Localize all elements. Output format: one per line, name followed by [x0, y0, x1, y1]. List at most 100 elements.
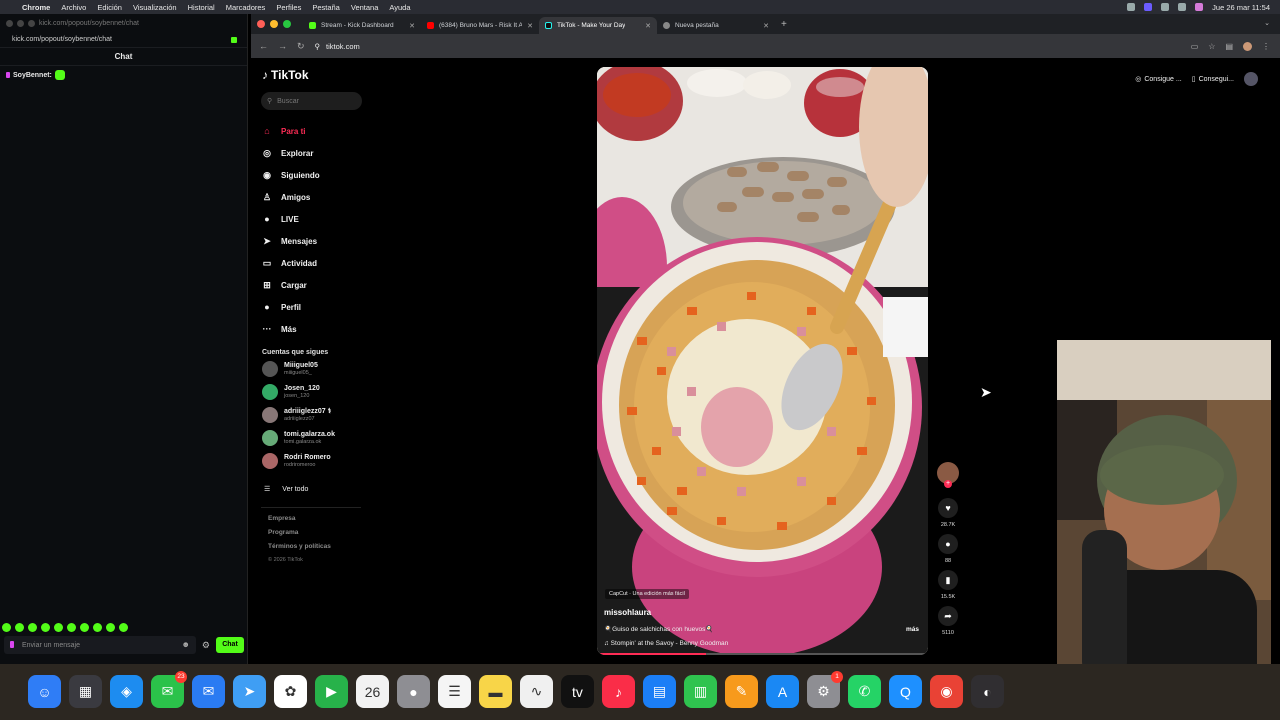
chat-send-button[interactable]: Chat — [216, 637, 244, 653]
tab-close-icon[interactable]: ✕ — [527, 22, 533, 30]
dock-launchpad-icon[interactable]: ▦ — [69, 675, 102, 708]
footer-link-terminos[interactable]: Términos y políticas — [268, 543, 331, 550]
sidebar-item-mensajes[interactable]: ➤ Mensajes — [261, 230, 320, 252]
comment-icon[interactable]: ● — [938, 534, 958, 554]
menu-item[interactable]: Perfiles — [276, 3, 301, 12]
tab-search-chevron-icon[interactable]: ⌄ — [1264, 19, 1270, 27]
dock-keynote-icon[interactable]: ▤ — [643, 675, 676, 708]
tab-close-icon[interactable]: ✕ — [645, 22, 651, 30]
share-arrow-icon[interactable]: ➦ — [938, 606, 958, 626]
dock-music-icon[interactable]: ♪ — [602, 675, 635, 708]
tab-tiktok[interactable]: TikTok - Make Your Day ✕ — [539, 17, 657, 34]
tab-youtube[interactable]: (6384) Bruno Mars - Risk It A ✕ — [421, 17, 539, 34]
following-account-item[interactable]: adriiiglezz07 ⚕ adriiiglezz07 — [262, 407, 331, 423]
dock-quicktime-icon[interactable]: Q — [889, 675, 922, 708]
dock-maps-icon[interactable]: ➤ — [233, 675, 266, 708]
dock-contacts-icon[interactable]: ● — [397, 675, 430, 708]
sidebar-item-explorar[interactable]: ◎ Explorar — [261, 142, 320, 164]
dock-notes-icon[interactable]: ▬ — [479, 675, 512, 708]
creator-avatar[interactable]: + — [937, 462, 959, 488]
siri-icon[interactable] — [1195, 3, 1204, 11]
tab-new-tab[interactable]: Nueva pestaña ✕ — [657, 17, 775, 34]
search-input[interactable]: ⚲ Buscar — [261, 92, 362, 110]
dock-numbers-icon[interactable]: ▥ — [684, 675, 717, 708]
user-avatar[interactable] — [1244, 72, 1258, 86]
zoom-dot[interactable] — [28, 19, 35, 27]
dock-finder-icon[interactable]: ☺ — [28, 675, 61, 708]
menu-item[interactable]: Visualización — [133, 3, 177, 12]
menu-clock[interactable]: Jue 26 mar 11:54 — [1212, 3, 1270, 12]
footer-link-empresa[interactable]: Empresa — [268, 515, 295, 522]
menu-item[interactable]: Marcadores — [226, 3, 266, 12]
menu-app-name[interactable]: Chrome — [22, 3, 50, 12]
chat-username[interactable]: SoyBennet: — [13, 72, 52, 79]
dock-mail-icon[interactable]: ✉ — [192, 675, 225, 708]
see-all-link[interactable]: ☰ Ver todo — [264, 485, 308, 494]
screen-record-icon[interactable] — [1144, 3, 1153, 11]
control-center-icon[interactable] — [1127, 3, 1136, 11]
close-dot[interactable] — [6, 19, 13, 27]
emote-icon[interactable] — [67, 623, 76, 632]
emote-icon[interactable] — [2, 623, 11, 632]
more-button[interactable]: más — [906, 626, 919, 633]
kick-extension-icon[interactable] — [231, 37, 237, 43]
dock-tv-icon[interactable]: tv — [561, 675, 594, 708]
emote-icon[interactable] — [106, 623, 115, 632]
sidebar-item-perfil[interactable]: ● Perfil — [261, 296, 320, 318]
following-account-item[interactable]: Josen_120 josen_120 — [262, 384, 320, 400]
dock-messages-icon[interactable]: ✉ 23 — [151, 671, 187, 708]
follow-plus-icon[interactable]: + — [944, 480, 952, 488]
kebab-menu-icon[interactable]: ⋮ — [1262, 42, 1270, 51]
menu-item[interactable]: Pestaña — [312, 3, 340, 12]
footer-link-programa[interactable]: Programa — [268, 529, 298, 536]
sidebar-item-cargar[interactable]: ⊞ Cargar — [261, 274, 320, 296]
dock-pages-icon[interactable]: ✎ — [725, 675, 758, 708]
omnibox[interactable]: ⚲ tiktok.com — [315, 42, 360, 51]
back-arrow-icon[interactable]: ← — [259, 41, 268, 51]
bookmark-icon[interactable]: ▮ — [938, 570, 958, 590]
emote-icon[interactable] — [119, 623, 128, 632]
dock-app-store-icon[interactable]: A — [766, 675, 799, 708]
kick-url-bar[interactable]: kick.com/popout/soybennet/chat — [0, 32, 247, 48]
dock-photos-icon[interactable]: ✿ — [274, 675, 307, 708]
get-coins-button[interactable]: ◎ Consigue ... — [1135, 75, 1181, 84]
tab-kick-dashboard[interactable]: Stream - Kick Dashboard ✕ — [303, 17, 421, 34]
dock-system-settings-icon[interactable]: ⚙ 1 — [807, 671, 843, 708]
minimize-button[interactable] — [270, 20, 278, 28]
search-icon[interactable] — [1178, 3, 1187, 11]
tab-close-icon[interactable]: ✕ — [763, 22, 769, 30]
dock-safari-icon[interactable]: ◈ — [110, 675, 143, 708]
cast-icon[interactable]: ▭ — [1191, 42, 1199, 51]
site-info-icon[interactable]: ⚲ — [315, 42, 321, 51]
following-account-item[interactable]: tomi.galarza.ok tomi.galarza.ok — [262, 430, 335, 446]
menu-item[interactable]: Edición — [97, 3, 122, 12]
dock-reminders-icon[interactable]: ☰ — [438, 675, 471, 708]
dock-facetime-icon[interactable]: ▶ — [315, 675, 348, 708]
dock-obs-icon[interactable]: ◐ — [971, 675, 1004, 708]
get-app-button[interactable]: ▯ Consegui... — [1192, 75, 1234, 84]
dock-freeform-icon[interactable]: ∿ — [520, 675, 553, 708]
sidebar-item-siguiendo[interactable]: ◉ Siguiendo — [261, 164, 320, 186]
reload-icon[interactable]: ↻ — [297, 41, 305, 52]
emote-icon[interactable] — [54, 623, 63, 632]
sidebar-item-m-s[interactable]: ··· Más — [261, 318, 320, 340]
chat-settings-gear-icon[interactable]: ⚙ — [202, 640, 210, 651]
new-tab-plus-icon[interactable]: + — [781, 19, 787, 30]
menu-item[interactable]: Archivo — [61, 3, 86, 12]
profile-avatar[interactable] — [1243, 41, 1252, 51]
bookmark-star-icon[interactable]: ☆ — [1208, 42, 1215, 51]
wifi-icon[interactable] — [1161, 3, 1170, 11]
video-music[interactable]: ♫ Stompin' at the Savoy - Benny Goodman — [604, 640, 728, 647]
close-button[interactable] — [257, 20, 265, 28]
dock-calendar-icon[interactable]: 26 — [356, 675, 389, 708]
forward-arrow-icon[interactable]: → — [278, 41, 287, 51]
chat-message-input[interactable]: Enviar un mensaje ☻ — [4, 636, 196, 654]
capcut-label[interactable]: CapCut · Una edición más fácil — [605, 589, 689, 599]
menu-item[interactable]: Historial — [188, 3, 215, 12]
emoji-picker-icon[interactable]: ☻ — [182, 640, 190, 649]
minimize-dot[interactable] — [17, 19, 24, 27]
video-author[interactable]: missohlaura — [604, 608, 651, 617]
sidebar-item-para-ti[interactable]: ⌂ Para ti — [261, 120, 320, 142]
video-player[interactable]: CapCut · Una edición más fácil missohlau… — [597, 67, 928, 655]
extensions-icon[interactable]: ▤ — [1225, 42, 1233, 51]
